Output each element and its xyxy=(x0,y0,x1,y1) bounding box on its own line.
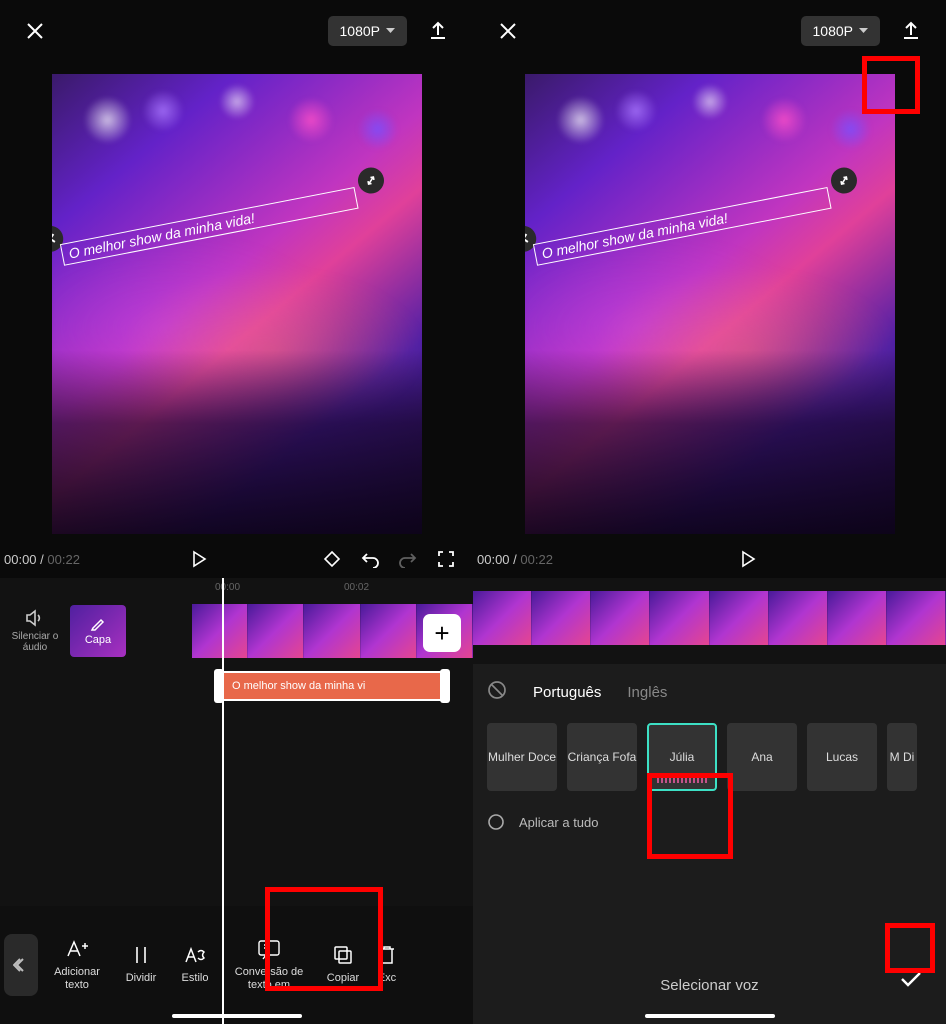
preview-right: O melhor show da minha vida! xyxy=(473,62,946,540)
tool-style[interactable]: Estilo xyxy=(170,944,220,985)
voice-lucas[interactable]: Lucas xyxy=(807,723,877,791)
ban-icon[interactable] xyxy=(487,680,507,705)
crowd-silhouette xyxy=(52,350,422,534)
voice-mulher-doce[interactable]: Mulher Doce xyxy=(487,723,557,791)
export-button[interactable] xyxy=(421,14,455,48)
tab-portuguese[interactable]: Português xyxy=(533,684,601,701)
topbar-right: 1080P xyxy=(473,0,946,62)
play-button[interactable] xyxy=(735,546,761,572)
screen-right: 1080P O melhor show da minha vida! xyxy=(473,0,946,1024)
export-button[interactable] xyxy=(894,14,928,48)
voice-more[interactable]: M Di xyxy=(887,723,917,791)
home-indicator xyxy=(172,1014,302,1018)
undo-button[interactable] xyxy=(357,546,383,572)
voice-options: Mulher Doce Criança Fofa Júlia Ana Lucas… xyxy=(487,723,932,791)
resolution-button[interactable]: 1080P xyxy=(328,16,407,46)
tool-split[interactable]: Dividir xyxy=(116,944,166,985)
close-button[interactable] xyxy=(18,14,52,48)
player-controls-right: 00:00 / 00:22 xyxy=(473,540,946,578)
time-ruler: 00:00 00:02 xyxy=(0,582,473,593)
bottom-toolbar: Adicionar texto Dividir Estilo Conversão… xyxy=(0,906,473,1024)
keyframe-icon[interactable] xyxy=(319,546,345,572)
resolution-button[interactable]: 1080P xyxy=(801,16,880,46)
text-clip[interactable]: O melhor show da minha vi xyxy=(222,671,442,701)
timeline-right: Português Inglês Mulher Doce Criança Fof… xyxy=(473,578,946,1024)
topbar-left: 1080P xyxy=(0,0,473,62)
preview-left: O melhor show da minha vida! xyxy=(0,62,473,540)
voice-crianca-fofa[interactable]: Criança Fofa xyxy=(567,723,637,791)
player-controls-left: 00:00 / 00:22 xyxy=(0,540,473,578)
apply-all-row[interactable]: Aplicar a tudo xyxy=(487,813,932,831)
time-display: 00:00 / 00:22 xyxy=(477,552,553,567)
language-tabs: Português Inglês xyxy=(487,680,932,705)
video-canvas[interactable]: O melhor show da minha vida! xyxy=(525,74,895,534)
mute-audio-button[interactable]: Silenciar o áudio xyxy=(0,609,70,653)
video-track xyxy=(473,588,946,648)
tool-copy[interactable]: Copiar xyxy=(318,944,368,985)
voice-julia[interactable]: Júlia xyxy=(647,723,717,791)
clip-track[interactable]: + xyxy=(132,604,473,658)
redo-button[interactable] xyxy=(395,546,421,572)
apply-all-label: Aplicar a tudo xyxy=(519,815,599,830)
time-display: 00:00 / 00:22 xyxy=(4,552,80,567)
panel-title: Selecionar voz xyxy=(473,977,946,994)
video-canvas[interactable]: O melhor show da minha vida! xyxy=(52,74,422,534)
playhead[interactable] xyxy=(222,578,224,1024)
voice-panel: Português Inglês Mulher Doce Criança Fof… xyxy=(473,664,946,1024)
resolution-label: 1080P xyxy=(340,23,380,39)
close-button[interactable] xyxy=(491,14,525,48)
timeline[interactable]: 00:00 00:02 Silenciar o áudio Capa + xyxy=(0,578,473,1024)
confirm-button[interactable] xyxy=(894,962,928,996)
text-clip-handle-right[interactable] xyxy=(440,669,450,703)
screen-left: 1080P O melhor show da minha vida! xyxy=(0,0,473,1024)
clip-track[interactable] xyxy=(473,591,946,645)
fullscreen-button[interactable] xyxy=(433,546,459,572)
text-track: O melhor show da minha vi xyxy=(0,671,473,707)
tool-add-text[interactable]: Adicionar texto xyxy=(42,938,112,992)
tab-english[interactable]: Inglês xyxy=(627,684,667,701)
play-button[interactable] xyxy=(186,546,212,572)
tool-text-to-speech[interactable]: Conversão de texto em xyxy=(224,938,314,992)
crowd-silhouette xyxy=(525,350,895,534)
tool-delete[interactable]: Exc xyxy=(372,944,402,985)
resolution-label: 1080P xyxy=(813,23,853,39)
add-clip-button[interactable]: + xyxy=(423,614,461,652)
video-track: Silenciar o áudio Capa + xyxy=(0,601,473,661)
home-indicator xyxy=(645,1014,775,1018)
cover-button[interactable]: Capa xyxy=(70,605,126,657)
voice-ana[interactable]: Ana xyxy=(727,723,797,791)
back-button[interactable] xyxy=(4,934,38,996)
